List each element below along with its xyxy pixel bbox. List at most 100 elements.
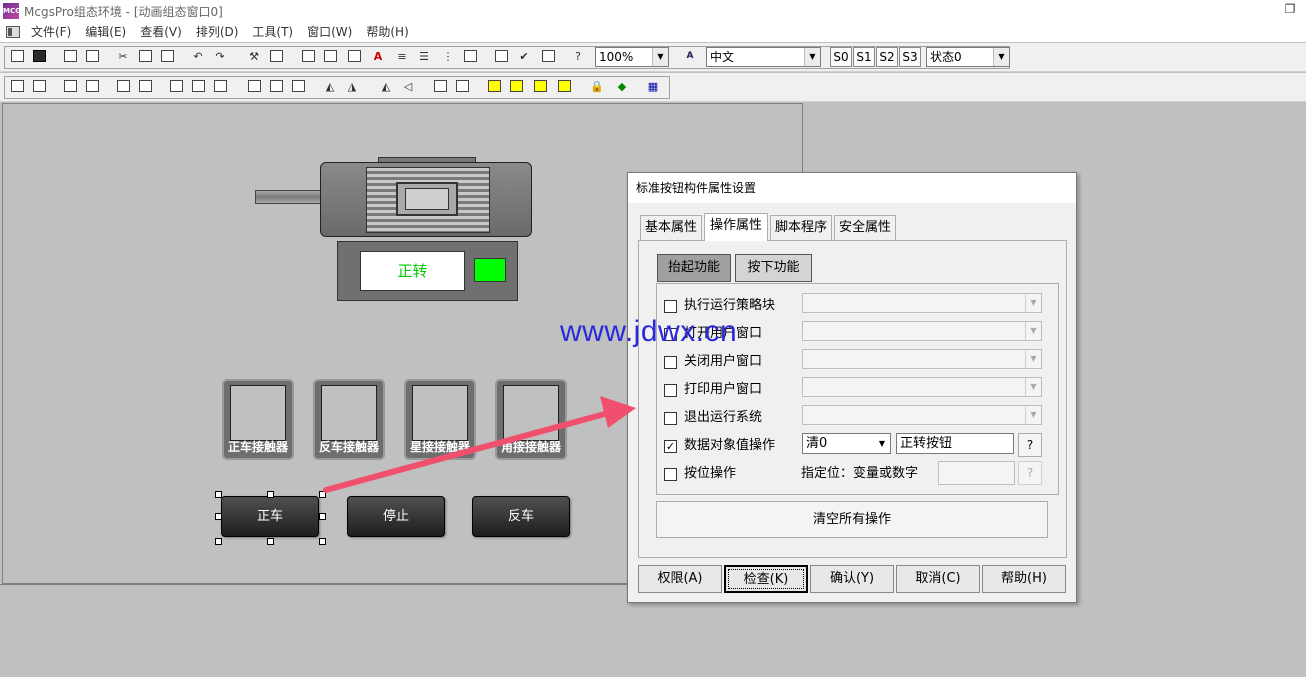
confirm-button[interactable]: 确认(Y) [810,565,894,593]
flip-vertical-icon[interactable]: ◁ [398,76,418,96]
data-op-select[interactable]: 清0 ▼ [802,433,891,454]
space-vertical-icon[interactable] [266,76,286,96]
toolbox-icon[interactable] [266,46,286,66]
fill-color-icon[interactable] [344,46,364,66]
contactor-delta[interactable]: 角接接触器 [495,379,567,460]
tab-basic[interactable]: 基本属性 [640,215,702,240]
check-icon[interactable]: ✔ [514,46,534,66]
selection-handle[interactable] [319,513,326,520]
cut-icon[interactable]: ✂ [113,46,133,66]
save-icon[interactable] [29,46,49,66]
data-op-target-input[interactable]: 正转按钮 [896,433,1014,454]
checkbox-print-window[interactable] [664,383,677,397]
cancel-button[interactable]: 取消(C) [896,565,980,593]
state-s0-button[interactable]: S0 [830,47,852,67]
group-icon[interactable] [430,76,450,96]
same-width-icon[interactable] [166,76,186,96]
language-icon[interactable]: A [680,46,700,66]
text-style-icon[interactable] [460,46,480,66]
selection-handle[interactable] [319,491,326,498]
same-size-icon[interactable] [210,76,230,96]
selection-handle[interactable] [215,491,222,498]
ungroup-icon[interactable] [452,76,472,96]
zoom-select[interactable]: 100% ▼ [595,47,669,67]
subtab-press[interactable]: 按下功能 [735,254,812,282]
forward-icon[interactable] [530,76,550,96]
state-select[interactable]: 状态0 ▼ [926,47,1010,67]
state-s1-button[interactable]: S1 [853,47,875,67]
font-icon[interactable]: A [368,46,388,66]
properties-icon[interactable] [491,46,511,66]
print-icon[interactable] [60,46,80,66]
tab-operation[interactable]: 操作属性 [704,213,768,241]
rotate-left-icon[interactable]: ◭ [320,76,340,96]
align-left-icon[interactable] [7,76,27,96]
redo-icon[interactable]: ↷ [210,46,230,66]
fill-bucket-icon[interactable]: ◆ [612,76,632,96]
permission-button[interactable]: 权限(A) [638,565,722,593]
flip-horizontal-icon[interactable]: ◭ [376,76,396,96]
line-color-icon[interactable] [320,46,340,66]
restore-icon[interactable]: ❐ [1282,2,1298,18]
row-close-window[interactable]: 关闭用户窗口 [664,352,762,372]
selection-handle[interactable] [267,538,274,545]
undo-icon[interactable]: ↶ [188,46,208,66]
row-run-strategy[interactable]: 执行运行策略块 [664,296,775,316]
menu-tools[interactable]: 工具(T) [245,22,300,42]
center-vertical-icon[interactable] [113,76,133,96]
state-s3-button[interactable]: S3 [899,47,921,67]
system-menu-icon[interactable] [6,26,20,38]
row-exit-system[interactable]: 退出运行系统 [664,408,762,428]
menu-help[interactable]: 帮助(H) [359,22,415,42]
menu-view[interactable]: 查看(V) [133,22,189,42]
center-horizontal-icon[interactable] [135,76,155,96]
menu-arrange[interactable]: 排列(D) [189,22,246,42]
data-op-help-button[interactable]: ? [1018,433,1042,457]
bring-front-icon[interactable] [484,76,504,96]
row-open-window[interactable]: 打开用户窗口 [664,324,762,344]
selection-handle[interactable] [215,538,222,545]
row-print-window[interactable]: 打印用户窗口 [664,380,762,400]
selection-handle[interactable] [267,491,274,498]
lock-icon[interactable]: 🔒 [587,76,607,96]
status-display[interactable]: 正转 [360,251,465,291]
subtab-release[interactable]: 抬起功能 [657,254,731,282]
compile-icon[interactable] [538,46,558,66]
send-back-icon[interactable] [506,76,526,96]
forward-run-button[interactable]: 正车 [221,496,319,537]
copy-icon[interactable] [135,46,155,66]
line-style-icon[interactable]: ☰ [414,46,434,66]
row-data-op[interactable]: ✓ 数据对象值操作 [664,436,775,456]
checkbox-exit-system[interactable] [664,411,677,425]
checkbox-close-window[interactable] [664,355,677,369]
tab-script[interactable]: 脚本程序 [770,215,832,240]
check-button[interactable]: 检查(K) [724,565,808,593]
align-top-icon[interactable] [60,76,80,96]
selection-handle[interactable] [319,538,326,545]
contactor-reverse[interactable]: 反车接触器 [313,379,385,460]
clear-all-button[interactable]: 清空所有操作 [656,501,1048,538]
row-bit-op[interactable]: 按位操作 [664,464,736,484]
checkbox-data-op[interactable]: ✓ [664,439,677,453]
same-height-icon[interactable] [188,76,208,96]
contactor-forward[interactable]: 正车接触器 [222,379,294,460]
align-bottom-icon[interactable] [82,76,102,96]
contactor-star[interactable]: 星接接触器 [404,379,476,460]
print-preview-icon[interactable] [82,46,102,66]
reverse-run-button[interactable]: 反车 [472,496,570,537]
new-window-icon[interactable] [7,46,27,66]
motor-shaft[interactable] [255,190,325,204]
state-s2-button[interactable]: S2 [876,47,898,67]
status-led[interactable] [474,258,506,282]
tab-security[interactable]: 安全属性 [834,215,896,240]
line-width-icon[interactable]: ≡ [392,46,412,66]
grid-icon[interactable]: ⋮ [438,46,458,66]
language-select[interactable]: 中文 ▼ [706,47,821,67]
space-horizontal-icon[interactable] [244,76,264,96]
palette-icon[interactable] [298,46,318,66]
help-icon[interactable]: ? [568,46,588,66]
space-equal-icon[interactable] [288,76,308,96]
menu-edit[interactable]: 编辑(E) [78,22,133,42]
help-button[interactable]: 帮助(H) [982,565,1066,593]
checkbox-open-window[interactable] [664,327,677,341]
